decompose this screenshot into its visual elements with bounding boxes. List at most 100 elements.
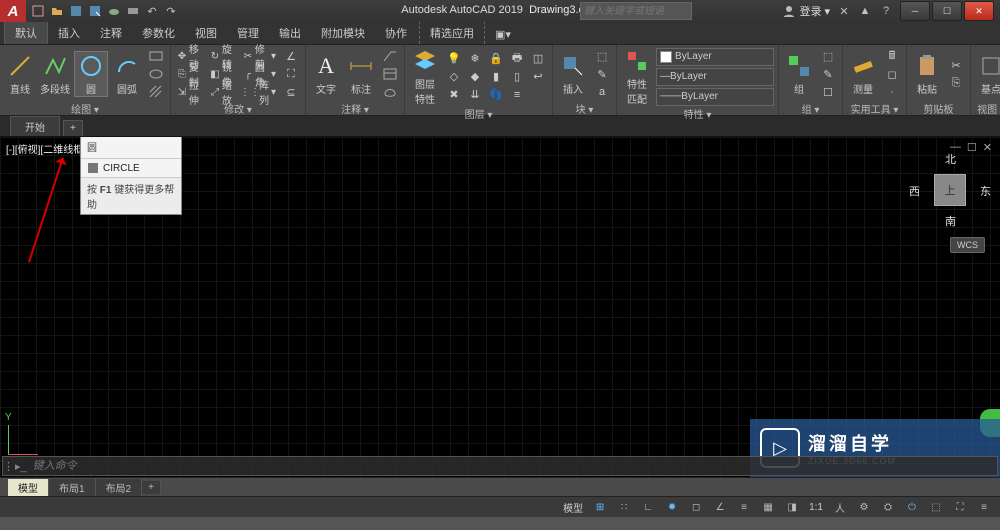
- saveas-icon[interactable]: [87, 3, 103, 19]
- panel-annot-label[interactable]: 注释 ▾: [310, 101, 400, 115]
- circle-button[interactable]: 圆: [74, 51, 108, 97]
- hatch-icon[interactable]: [146, 84, 166, 100]
- scale-label[interactable]: 1:1: [806, 502, 826, 513]
- status-model[interactable]: 模型: [560, 500, 586, 515]
- login-button[interactable]: 登录 ▾: [782, 3, 830, 19]
- erase-icon[interactable]: ∠: [281, 48, 301, 64]
- stretch-button[interactable]: ⇲拉伸: [175, 84, 205, 100]
- tab-annotate[interactable]: 注释: [90, 22, 132, 44]
- arc-button[interactable]: 圆弧: [111, 52, 143, 96]
- layer-plot-icon[interactable]: 🖶: [507, 51, 527, 67]
- array-button[interactable]: ⋮⋮阵列 ▾: [241, 84, 278, 100]
- panel-clip-label[interactable]: 剪贴板: [911, 101, 966, 115]
- grid-toggle-icon[interactable]: ⊞: [590, 499, 610, 515]
- exchange-icon[interactable]: ✕: [836, 3, 852, 19]
- text-button[interactable]: A文字: [310, 52, 342, 96]
- layer-prev-icon[interactable]: ↩: [528, 69, 548, 85]
- customize-icon[interactable]: ≡: [974, 499, 994, 515]
- layout-1[interactable]: 布局1: [49, 479, 96, 496]
- layout-2[interactable]: 布局2: [96, 479, 143, 496]
- layer-iso-icon[interactable]: ◇: [444, 69, 464, 85]
- maximize-button[interactable]: ☐: [932, 1, 962, 21]
- attrib-icon[interactable]: a: [592, 84, 612, 100]
- explode-icon[interactable]: ⛶: [281, 66, 301, 82]
- hw-accel-icon[interactable]: ⏻: [902, 499, 922, 515]
- viewcube-east[interactable]: 东: [980, 183, 991, 199]
- command-input[interactable]: [31, 459, 997, 473]
- plot-icon[interactable]: [125, 3, 141, 19]
- tab-featured[interactable]: 精选应用: [419, 21, 485, 44]
- layer-states-icon[interactable]: ≡: [507, 87, 527, 103]
- panel-block-label[interactable]: 块 ▾: [557, 101, 612, 115]
- viewcube-south[interactable]: 南: [945, 213, 956, 229]
- viewcube-top[interactable]: 上: [934, 174, 966, 206]
- viewport-label[interactable]: [-][俯视][二维线框]: [6, 141, 86, 156]
- undo-icon[interactable]: ↶: [144, 3, 160, 19]
- save-icon[interactable]: [68, 3, 84, 19]
- select-icon[interactable]: ◻: [882, 66, 902, 82]
- help-icon[interactable]: ?: [878, 3, 894, 19]
- base-button[interactable]: 基点: [975, 52, 1000, 96]
- point-icon[interactable]: ·: [882, 84, 902, 100]
- redo-icon[interactable]: ↷: [163, 3, 179, 19]
- ellipse-icon[interactable]: [146, 66, 166, 82]
- new-icon[interactable]: [30, 3, 46, 19]
- paste-button[interactable]: 粘贴: [911, 52, 943, 96]
- tab-output[interactable]: 输出: [269, 22, 311, 44]
- layer-match-icon[interactable]: ▯: [507, 69, 527, 85]
- cloud-icon[interactable]: [380, 84, 400, 100]
- workspace-icon[interactable]: ⛭: [878, 499, 898, 515]
- panel-modify-label[interactable]: 修改 ▾: [175, 101, 301, 115]
- gear-icon[interactable]: ⚙: [854, 499, 874, 515]
- layer-lock-icon[interactable]: 🔒: [486, 51, 506, 67]
- panel-util-label[interactable]: 实用工具 ▾: [847, 101, 902, 115]
- panel-layer-label[interactable]: 图层 ▾: [409, 106, 548, 120]
- drawing-area[interactable]: [-][俯视][二维线框] — ☐ ✕ 圆心，半径 用圆心和半径创建圆 CIRC…: [0, 137, 1000, 477]
- polar-toggle-icon[interactable]: ✹: [662, 499, 682, 515]
- offset-icon[interactable]: ⊆: [281, 84, 301, 100]
- rect-icon[interactable]: [146, 48, 166, 64]
- leader-icon[interactable]: [380, 48, 400, 64]
- create-block-icon[interactable]: ⬚: [592, 48, 612, 64]
- table-icon[interactable]: [380, 66, 400, 82]
- transparency-icon[interactable]: ▦: [758, 499, 778, 515]
- help-search[interactable]: [580, 2, 692, 20]
- group-edit-icon[interactable]: ✎: [818, 66, 838, 82]
- doc-max-icon[interactable]: ☐: [967, 141, 977, 154]
- tab-parametric[interactable]: 参数化: [132, 22, 185, 44]
- close-button[interactable]: ✕: [964, 1, 994, 21]
- dim-button[interactable]: 标注: [345, 52, 377, 96]
- layout-add[interactable]: +: [142, 481, 161, 494]
- isolate-icon[interactable]: ⬚: [926, 499, 946, 515]
- calc-icon[interactable]: 🖩: [882, 48, 902, 64]
- color-combo[interactable]: ByLayer: [656, 48, 774, 66]
- linetype-combo[interactable]: ─── ByLayer: [656, 88, 774, 106]
- insert-button[interactable]: 插入: [557, 52, 589, 96]
- snap-toggle-icon[interactable]: ∷: [614, 499, 634, 515]
- match-props-button[interactable]: 特性 匹配: [621, 47, 653, 106]
- tab-addon[interactable]: 附加模块: [311, 22, 375, 44]
- sel-cycle-icon[interactable]: ◨: [782, 499, 802, 515]
- command-line[interactable]: ⋮ ▸_: [2, 456, 998, 476]
- doc-tab-start[interactable]: 开始: [10, 116, 60, 136]
- help-search-input[interactable]: [581, 3, 697, 19]
- cut-icon[interactable]: ✂: [946, 57, 966, 73]
- layer-walk-icon[interactable]: 👣: [486, 87, 506, 103]
- group-sel-icon[interactable]: ☐: [818, 84, 838, 100]
- layer-del-icon[interactable]: ✖: [444, 87, 464, 103]
- ortho-toggle-icon[interactable]: ∟: [638, 499, 658, 515]
- layer-props-button[interactable]: 图层 特性: [409, 47, 441, 106]
- minimize-button[interactable]: ─: [900, 1, 930, 21]
- layer-freeze-icon[interactable]: ❄: [465, 51, 485, 67]
- panel-draw-label[interactable]: 绘图 ▾: [4, 101, 166, 115]
- cloud-icon[interactable]: [106, 3, 122, 19]
- cmd-handle-icon[interactable]: ⋮: [3, 460, 11, 473]
- measure-button[interactable]: 测量: [847, 52, 879, 96]
- tab-default[interactable]: 默认: [4, 21, 48, 44]
- panel-view-label[interactable]: 视图 ▾: [975, 101, 1000, 115]
- anno-scale-icon[interactable]: 人: [830, 499, 850, 515]
- clean-screen-icon[interactable]: ⛶: [950, 499, 970, 515]
- panel-prop-label[interactable]: 特性 ▾: [621, 106, 774, 120]
- group-button[interactable]: 组: [783, 52, 815, 96]
- osnap-toggle-icon[interactable]: ◻: [686, 499, 706, 515]
